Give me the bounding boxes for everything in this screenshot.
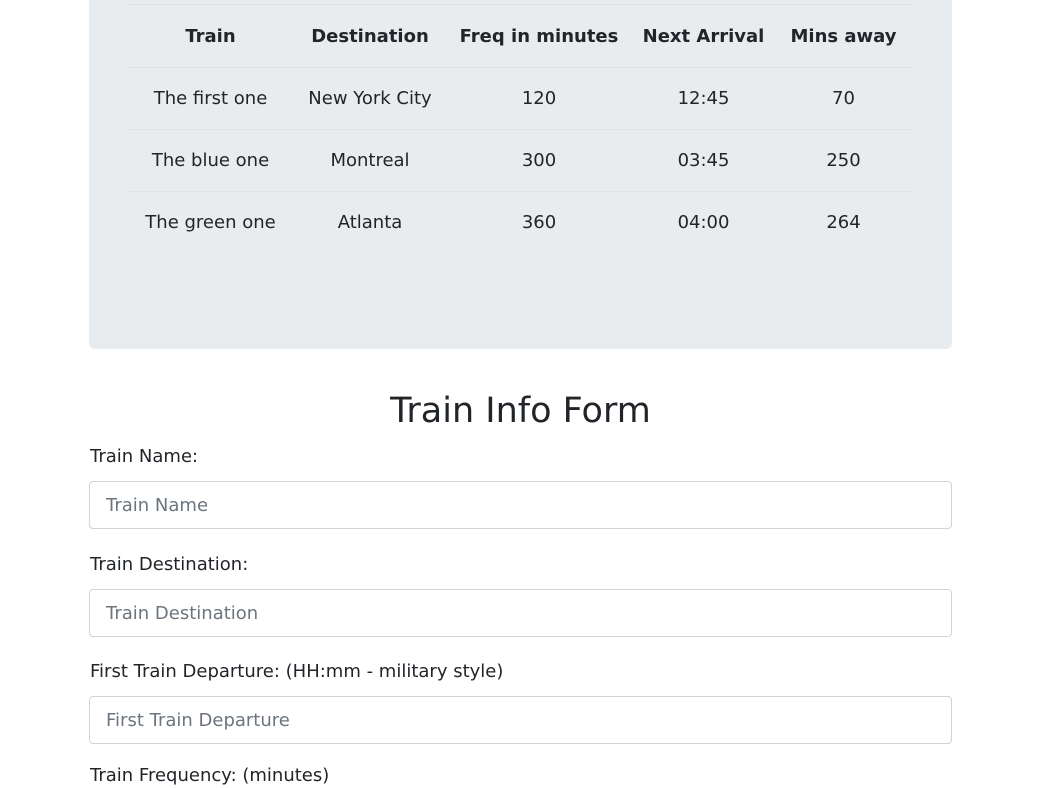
train-name-label: Train Name: (90, 446, 199, 467)
first-departure-input[interactable] (89, 696, 952, 744)
cell-train: The green one (128, 191, 293, 253)
cell-next-arrival: 03:45 (631, 129, 776, 192)
train-destination-label: Train Destination: (90, 554, 249, 575)
header-next-arrival: Next Arrival (631, 4, 776, 68)
header-frequency: Freq in minutes (447, 4, 631, 68)
train-frequency-label: Train Frequency: (minutes) (90, 765, 330, 786)
cell-mins-away: 70 (832, 88, 855, 109)
cell-next-arrival: 04:00 (631, 191, 776, 253)
cell-next-arrival: 12:45 (677, 88, 730, 109)
header-train: Train (128, 4, 293, 68)
cell-train: The first one (153, 88, 268, 109)
first-departure-label: First Train Departure: (HH:mm - military… (90, 661, 504, 682)
table-row: The blue one Montreal 300 03:45 250 (128, 129, 911, 192)
table-header-row: Train Destination Freq in minutes Next A… (128, 4, 911, 68)
cell-destination: Atlanta (293, 191, 447, 253)
train-destination-input[interactable] (89, 589, 952, 637)
cell-frequency: 360 (447, 191, 631, 253)
cell-destination: New York City (308, 88, 432, 109)
train-name-input[interactable] (89, 481, 952, 529)
form-title: Train Info Form (390, 391, 651, 431)
cell-destination: Montreal (293, 129, 447, 192)
train-schedule-table: Train Destination Freq in minutes Next A… (128, 4, 911, 253)
cell-frequency: 120 (521, 88, 557, 109)
header-mins-away: Mins away (776, 4, 911, 68)
cell-mins-away: 264 (776, 191, 911, 253)
cell-mins-away: 250 (776, 129, 911, 192)
cell-frequency: 300 (447, 129, 631, 192)
header-destination: Destination (293, 4, 447, 68)
table-row: The green one Atlanta 360 04:00 264 (128, 191, 911, 253)
table-row: The first one New York City 120 12:45 70 (128, 68, 911, 130)
cell-train: The blue one (128, 129, 293, 192)
